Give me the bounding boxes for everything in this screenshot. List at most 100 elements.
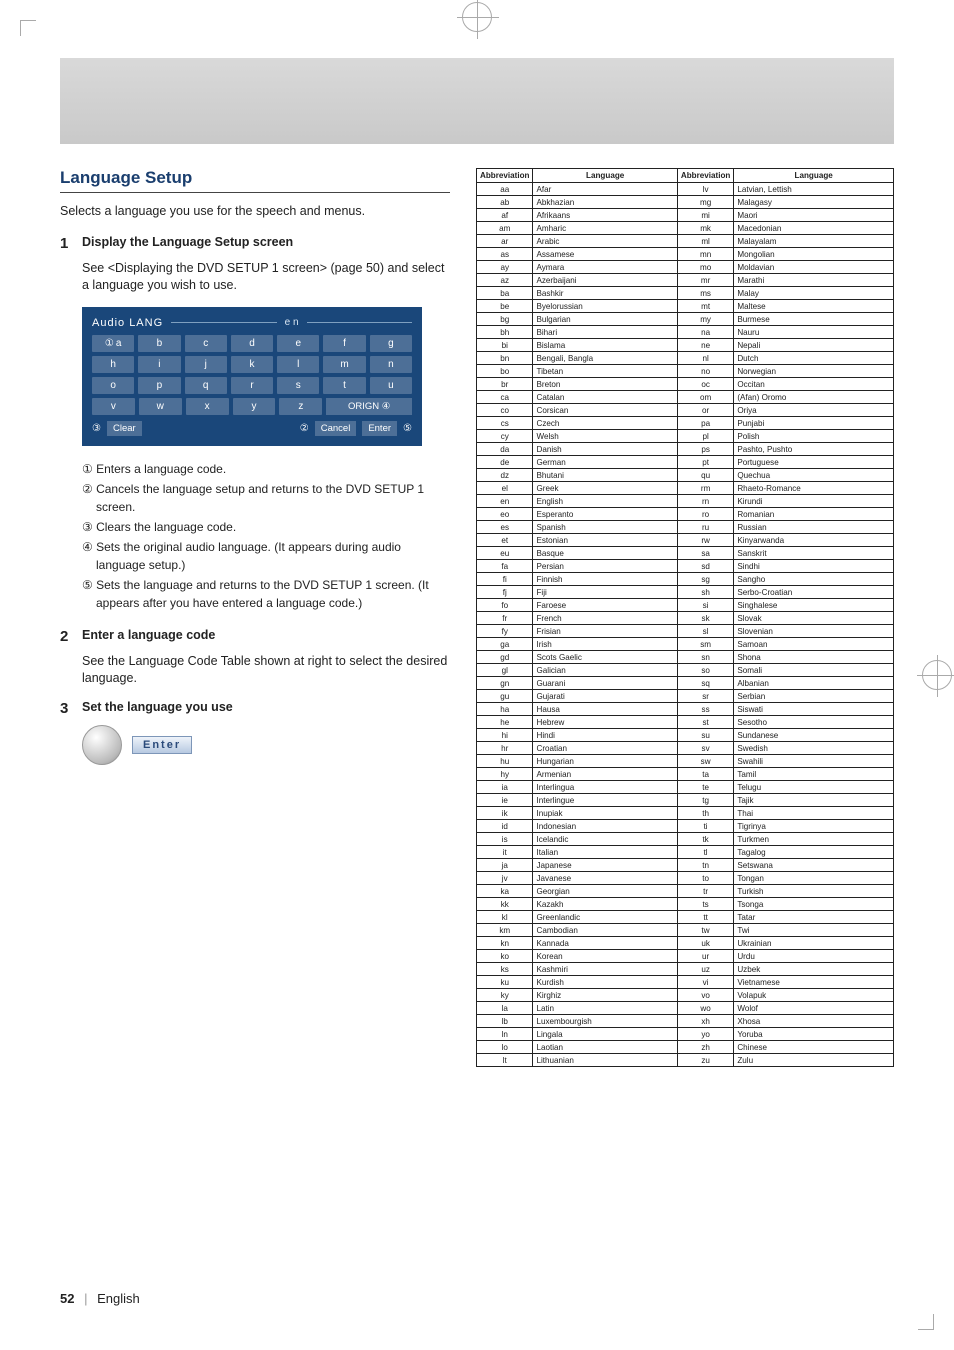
table-row: gnGuaranisqAlbanian — [477, 677, 894, 690]
table-row: etEstonianrwKinyarwanda — [477, 534, 894, 547]
table-row: baBashkirmsMalay — [477, 287, 894, 300]
table-row: bgBulgarianmyBurmese — [477, 313, 894, 326]
callout-item: ② Cancels the language setup and returns… — [82, 480, 450, 516]
key-i[interactable]: i — [138, 356, 180, 373]
table-row: itItaliantlTagalog — [477, 846, 894, 859]
step-1: 1 Display the Language Setup screen — [60, 235, 450, 252]
key-n[interactable]: n — [370, 356, 412, 373]
table-row: brBretonocOccitan — [477, 378, 894, 391]
key-x[interactable]: x — [186, 398, 229, 415]
enter-button[interactable]: Enter — [132, 736, 192, 754]
table-row: eoEsperantoroRomanian — [477, 508, 894, 521]
callout-3-icon: ③ — [92, 423, 101, 434]
table-row: frFrenchskSlovak — [477, 612, 894, 625]
key-v[interactable]: v — [92, 398, 135, 415]
table-row: cyWelshplPolish — [477, 430, 894, 443]
step-body: See <Displaying the DVD SETUP 1 screen> … — [82, 260, 450, 295]
step-heading: Display the Language Setup screen — [82, 235, 293, 252]
key-t[interactable]: t — [323, 377, 365, 394]
table-row: kmCambodiantwTwi — [477, 924, 894, 937]
key-k[interactable]: k — [231, 356, 273, 373]
clear-button[interactable]: Clear — [107, 421, 142, 436]
callout-2-icon: ② — [300, 423, 309, 434]
orign-button[interactable]: ORIGN ④ — [326, 398, 412, 415]
table-row: ltLithuanianzuZulu — [477, 1054, 894, 1067]
table-row: kuKurdishviVietnamese — [477, 976, 894, 989]
panel-preview: e n — [285, 317, 299, 328]
table-row: gdScots GaelicsnShona — [477, 651, 894, 664]
intro-text: Selects a language you use for the speec… — [60, 203, 450, 221]
key-w[interactable]: w — [139, 398, 182, 415]
registration-mark-icon — [922, 660, 952, 690]
table-row: iaInterlinguateTelugu — [477, 781, 894, 794]
step-number: 2 — [60, 628, 74, 645]
table-row: heHebrewstSesotho — [477, 716, 894, 729]
key-o[interactable]: o — [92, 377, 134, 394]
key-j[interactable]: j — [185, 356, 227, 373]
table-row: esSpanishruRussian — [477, 521, 894, 534]
table-row: afAfrikaansmiMaori — [477, 209, 894, 222]
key-z[interactable]: z — [279, 398, 322, 415]
key-d[interactable]: d — [231, 335, 273, 352]
key-h[interactable]: h — [92, 356, 134, 373]
table-row: haHausassSiswati — [477, 703, 894, 716]
key-l[interactable]: l — [277, 356, 319, 373]
callout-item: ③ Clears the language code. — [82, 518, 450, 536]
key-m[interactable]: m — [323, 356, 365, 373]
page-footer: 52 | English — [60, 1291, 140, 1306]
table-header: Abbreviation — [677, 169, 733, 183]
key-y[interactable]: y — [233, 398, 276, 415]
key-a[interactable]: ①a — [92, 335, 134, 352]
footer-language: English — [97, 1291, 140, 1306]
key-e[interactable]: e — [277, 335, 319, 352]
key-q[interactable]: q — [185, 377, 227, 394]
key-u[interactable]: u — [370, 377, 412, 394]
dvd-setup-panel: Audio LANG e n ①abcdefghijklmnopqrstuvwx… — [82, 307, 422, 446]
table-row: aaAfarlvLatvian, Lettish — [477, 183, 894, 196]
table-row: glGaliciansoSomali — [477, 664, 894, 677]
key-c[interactable]: c — [185, 335, 227, 352]
table-row: huHungarianswSwahili — [477, 755, 894, 768]
step-2: 2 Enter a language code — [60, 628, 450, 645]
table-row: amAmharicmkMacedonian — [477, 222, 894, 235]
callout-5-icon: ⑤ — [403, 423, 412, 434]
key-b[interactable]: b — [138, 335, 180, 352]
table-header: Language — [533, 169, 677, 183]
cancel-button[interactable]: Cancel — [315, 421, 357, 436]
table-header: Abbreviation — [477, 169, 533, 183]
table-row: ayAymaramoMoldavian — [477, 261, 894, 274]
callout-item: ⑤ Sets the language and returns to the D… — [82, 576, 450, 612]
table-row: caCatalanom(Afan) Oromo — [477, 391, 894, 404]
key-g[interactable]: g — [370, 335, 412, 352]
enter-button[interactable]: Enter — [362, 421, 397, 436]
table-row: fyFrisianslSlovenian — [477, 625, 894, 638]
table-row: biBislamaneNepali — [477, 339, 894, 352]
key-s[interactable]: s — [277, 377, 319, 394]
divider — [60, 192, 450, 193]
table-row: laLatinwoWolof — [477, 1002, 894, 1015]
table-row: kyKirghizvoVolapuk — [477, 989, 894, 1002]
key-f[interactable]: f — [323, 335, 365, 352]
key-p[interactable]: p — [138, 377, 180, 394]
table-row: kaGeorgiantrTurkish — [477, 885, 894, 898]
table-row: isIcelandictkTurkmen — [477, 833, 894, 846]
table-row: guGujaratisrSerbian — [477, 690, 894, 703]
table-row: koKoreanurUrdu — [477, 950, 894, 963]
table-row: lbLuxembourgishxhXhosa — [477, 1015, 894, 1028]
callout-list: ① Enters a language code.② Cancels the l… — [82, 460, 450, 612]
table-row: klGreenlandicttTatar — [477, 911, 894, 924]
key-r[interactable]: r — [231, 377, 273, 394]
table-row: hrCroatiansvSwedish — [477, 742, 894, 755]
table-row: boTibetannoNorwegian — [477, 365, 894, 378]
table-row: jvJavanesetoTongan — [477, 872, 894, 885]
table-row: faPersiansdSindhi — [477, 560, 894, 573]
table-row: knKannadaukUkrainian — [477, 937, 894, 950]
table-row: ieInterlinguetgTajik — [477, 794, 894, 807]
knob-icon — [82, 725, 122, 765]
table-row: loLaotianzhChinese — [477, 1041, 894, 1054]
table-row: bhBiharinaNauru — [477, 326, 894, 339]
table-row: arArabicmlMalayalam — [477, 235, 894, 248]
table-row: fiFinnishsgSangho — [477, 573, 894, 586]
table-row: gaIrishsmSamoan — [477, 638, 894, 651]
table-row: lnLingalayoYoruba — [477, 1028, 894, 1041]
